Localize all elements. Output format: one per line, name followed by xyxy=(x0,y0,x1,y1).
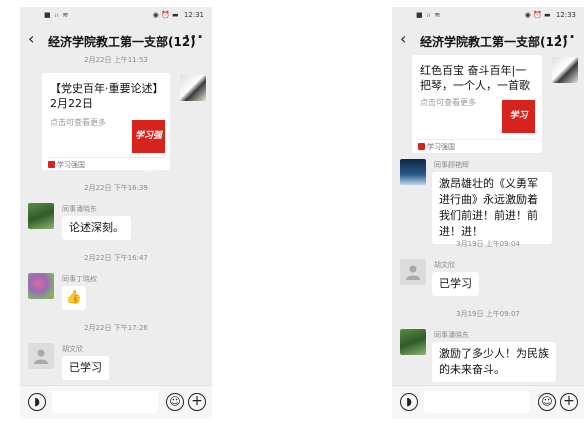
card-divider xyxy=(48,157,164,158)
default-avatar-icon[interactable] xyxy=(400,259,426,285)
status-time: 12:33 xyxy=(555,11,576,19)
timestamp: 2月22日 下午17:26 xyxy=(84,324,148,332)
sender-name: 同事潘晓东 xyxy=(62,205,97,213)
timestamp: 3月19日 上午09:07 xyxy=(456,310,520,318)
sender-name: 同事丁晓权 xyxy=(62,275,97,283)
avatar[interactable] xyxy=(400,159,426,185)
sender-name: 同事顾艳辉 xyxy=(434,161,469,169)
chat-title: 经济学院教工第一支部(12) xyxy=(420,35,568,49)
back-arrow-icon[interactable]: ‹ xyxy=(28,29,34,48)
more-options-icon[interactable]: ··· xyxy=(184,28,204,46)
card-divider xyxy=(418,139,536,140)
xuexi-logo-icon xyxy=(48,161,55,168)
avatar[interactable] xyxy=(28,273,54,299)
emoji-icon[interactable]: ☺ xyxy=(538,393,556,411)
plus-icon[interactable]: + xyxy=(188,393,206,411)
timestamp: 2月22日 下午16:39 xyxy=(84,184,148,192)
signal-icons: ■ ᵢₗ ≋ xyxy=(44,11,70,19)
chat-header: ‹ 经济学院教工第一支部(12) ··· xyxy=(20,25,212,53)
avatar[interactable] xyxy=(400,329,426,355)
input-bar: ◗ ☺ + xyxy=(20,385,212,419)
status-right: ◉ ⏰ ▬ 12:33 xyxy=(525,11,576,19)
avatar[interactable] xyxy=(552,57,578,83)
more-options-icon[interactable]: ··· xyxy=(556,28,576,46)
emoji-icon[interactable]: ☺ xyxy=(166,393,184,411)
message-bubble[interactable]: 已学习 xyxy=(432,272,479,296)
chat-screen-left: ■ ᵢₗ ≋ ◉ ⏰ ▬ 12:31 ‹ 经济学院教工第一支部(12) ··· … xyxy=(20,7,212,419)
xuexi-logo-icon xyxy=(418,143,425,150)
plus-icon[interactable]: + xyxy=(560,393,578,411)
sender-name: 同事潘晓东 xyxy=(434,331,469,339)
battery-alarm-icons: ◉ ⏰ ▬ xyxy=(152,11,179,19)
input-bar: ◗ ☺ + xyxy=(392,385,584,419)
article-card[interactable]: 【党史百年·重要论述】2月22日 点击可查看更多 学习强国 学习强国 xyxy=(42,73,170,174)
message-input[interactable] xyxy=(52,391,158,413)
message-input[interactable] xyxy=(424,391,530,413)
signal-icons: ■ ᵢₗ ≋ xyxy=(416,11,442,19)
article-source: 学习强国 xyxy=(418,142,455,152)
status-right: ◉ ⏰ ▬ 12:31 xyxy=(153,11,204,19)
timestamp: 3月19日 上午09:04 xyxy=(456,240,520,248)
article-title: 【党史百年·重要论述】2月22日 xyxy=(50,82,158,110)
article-subtitle: 点击可查看更多 xyxy=(50,118,106,127)
back-arrow-icon[interactable]: ‹ xyxy=(400,29,406,48)
message-bubble[interactable]: 激昂雄壮的《义勇军进行曲》永远激励着我们前进！前进！前进！进！ xyxy=(432,172,552,244)
default-avatar-icon[interactable] xyxy=(28,343,54,369)
message-bubble[interactable]: 已学习 xyxy=(62,356,109,380)
article-source: 学习强国 xyxy=(48,160,85,170)
article-thumbnail: 学习 xyxy=(502,100,535,133)
article-title: 红色百宝 奋斗百年|一把琴，一个人，一首歌 xyxy=(420,64,530,92)
status-bar: ■ ᵢₗ ≋ ◉ ⏰ ▬ 12:31 xyxy=(20,7,212,23)
avatar[interactable] xyxy=(180,75,206,101)
thumbs-up-icon[interactable]: 👍 xyxy=(62,286,86,310)
message-bubble[interactable]: 论述深刻。 xyxy=(62,216,131,240)
voice-icon[interactable]: ◗ xyxy=(400,393,418,411)
chat-header: ‹ 经济学院教工第一支部(12) ··· xyxy=(392,25,584,53)
chat-screen-right: ■ ᵢₗ ≋ ◉ ⏰ ▬ 12:33 ‹ 经济学院教工第一支部(12) ··· … xyxy=(392,7,584,419)
chat-title: 经济学院教工第一支部(12) xyxy=(48,35,196,49)
battery-alarm-icons: ◉ ⏰ ▬ xyxy=(524,11,551,19)
sender-name: 胡文欣 xyxy=(62,345,83,353)
timestamp: 2月22日 下午16:47 xyxy=(84,254,148,262)
timestamp: 2月22日 上午11:53 xyxy=(84,56,148,64)
message-bubble[interactable]: 激励了多少人！为民族的未来奋斗。 xyxy=(432,342,556,382)
avatar[interactable] xyxy=(28,203,54,229)
status-bar: ■ ᵢₗ ≋ ◉ ⏰ ▬ 12:33 xyxy=(392,7,584,23)
status-time: 12:31 xyxy=(183,11,204,19)
sender-name: 胡文欣 xyxy=(434,261,455,269)
article-card[interactable]: 红色百宝 奋斗百年|一把琴，一个人，一首歌 点击可查看更多 学习 学习强国 xyxy=(412,55,542,153)
voice-icon[interactable]: ◗ xyxy=(28,393,46,411)
article-subtitle: 点击可查看更多 xyxy=(420,98,476,107)
article-thumbnail: 学习强国 xyxy=(132,120,165,174)
